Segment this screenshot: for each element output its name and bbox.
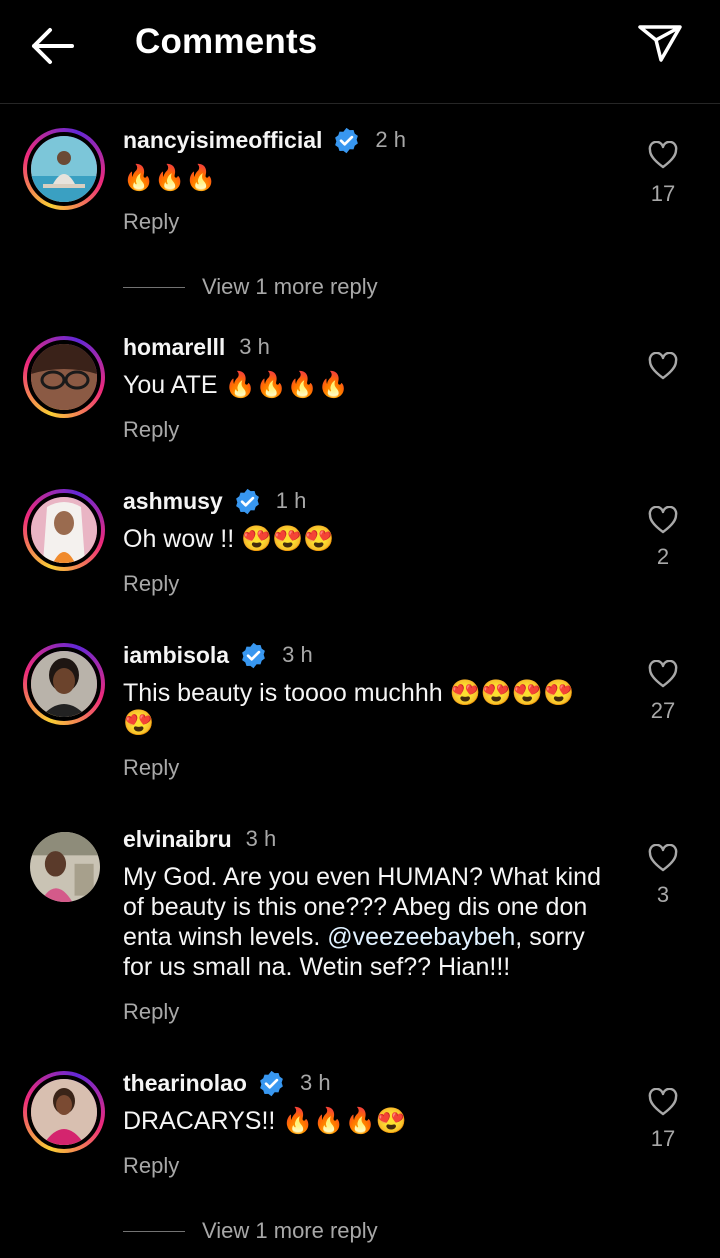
like-count: 17 — [650, 1126, 676, 1151]
comment-username[interactable]: homarelll — [123, 334, 225, 361]
comment-username[interactable]: ashmusy — [123, 488, 223, 515]
divider — [123, 1230, 185, 1232]
comment-text: DRACARYS!! 🔥🔥🔥😍 — [123, 1107, 407, 1135]
comment-time: 1 h — [275, 488, 307, 513]
reply-button[interactable]: Reply — [123, 1153, 179, 1179]
comment-username[interactable]: thearinolao — [123, 1070, 247, 1097]
comment-time: 2 h — [375, 127, 407, 152]
heart-icon[interactable] — [648, 141, 678, 169]
reply-button[interactable]: Reply — [123, 209, 179, 235]
reply-button[interactable]: Reply — [123, 417, 179, 443]
arrow-left-icon — [32, 28, 74, 64]
comment-username[interactable]: elvinaibru — [123, 826, 232, 853]
avatar[interactable] — [23, 336, 105, 418]
verified-badge-icon — [242, 642, 265, 668]
avatar[interactable] — [30, 832, 100, 902]
comment-text: Oh wow !! 😍😍😍 — [123, 525, 335, 553]
view-replies-label: View 1 more reply — [202, 1218, 378, 1243]
comment-username[interactable]: nancyisimeofficial — [123, 127, 322, 154]
like-count: 17 — [650, 181, 676, 206]
comment-time: 3 h — [299, 1070, 331, 1095]
heart-icon[interactable] — [648, 660, 678, 688]
like-count: 27 — [650, 698, 676, 723]
page-title: Comments — [135, 22, 318, 61]
view-replies-label: View 1 more reply — [202, 274, 378, 299]
comment-text: My God. Are you even HUMAN? What kind of… — [123, 862, 609, 982]
view-replies-button[interactable]: View 1 more reply — [123, 1216, 378, 1246]
mention-link[interactable]: @veezeebaybeh — [327, 923, 515, 951]
reply-button[interactable]: Reply — [123, 999, 179, 1025]
comment-username[interactable]: iambisola — [123, 642, 229, 669]
heart-icon[interactable] — [648, 352, 678, 380]
avatar[interactable] — [23, 128, 105, 210]
verified-badge-icon — [260, 1070, 283, 1096]
comment-time: 3 h — [239, 334, 270, 359]
reply-button[interactable]: Reply — [123, 755, 179, 781]
paper-plane-icon — [638, 25, 682, 62]
header-bar: Comments — [0, 0, 720, 104]
heart-icon[interactable] — [648, 1088, 678, 1116]
comment-text: This beauty is toooo muchhh 😍😍😍😍😍 — [123, 679, 575, 737]
comment-time: 3 h — [282, 642, 313, 667]
share-button[interactable] — [637, 22, 683, 64]
view-replies-button[interactable]: View 1 more reply — [123, 272, 378, 302]
like-count: 2 — [656, 544, 670, 569]
comment-text: 🔥🔥🔥 — [123, 164, 217, 192]
avatar[interactable] — [23, 643, 105, 725]
avatar[interactable] — [23, 1071, 105, 1153]
verified-badge-icon — [235, 488, 259, 514]
avatar[interactable] — [23, 489, 105, 571]
heart-icon[interactable] — [648, 844, 678, 872]
comment-time: 3 h — [245, 826, 277, 851]
divider — [123, 286, 185, 288]
like-count: 3 — [656, 882, 670, 907]
heart-icon[interactable] — [648, 506, 678, 534]
back-button[interactable] — [28, 26, 76, 66]
reply-button[interactable]: Reply — [123, 571, 179, 597]
comment-text: You ATE 🔥🔥🔥🔥 — [123, 371, 349, 399]
verified-badge-icon — [335, 127, 359, 153]
